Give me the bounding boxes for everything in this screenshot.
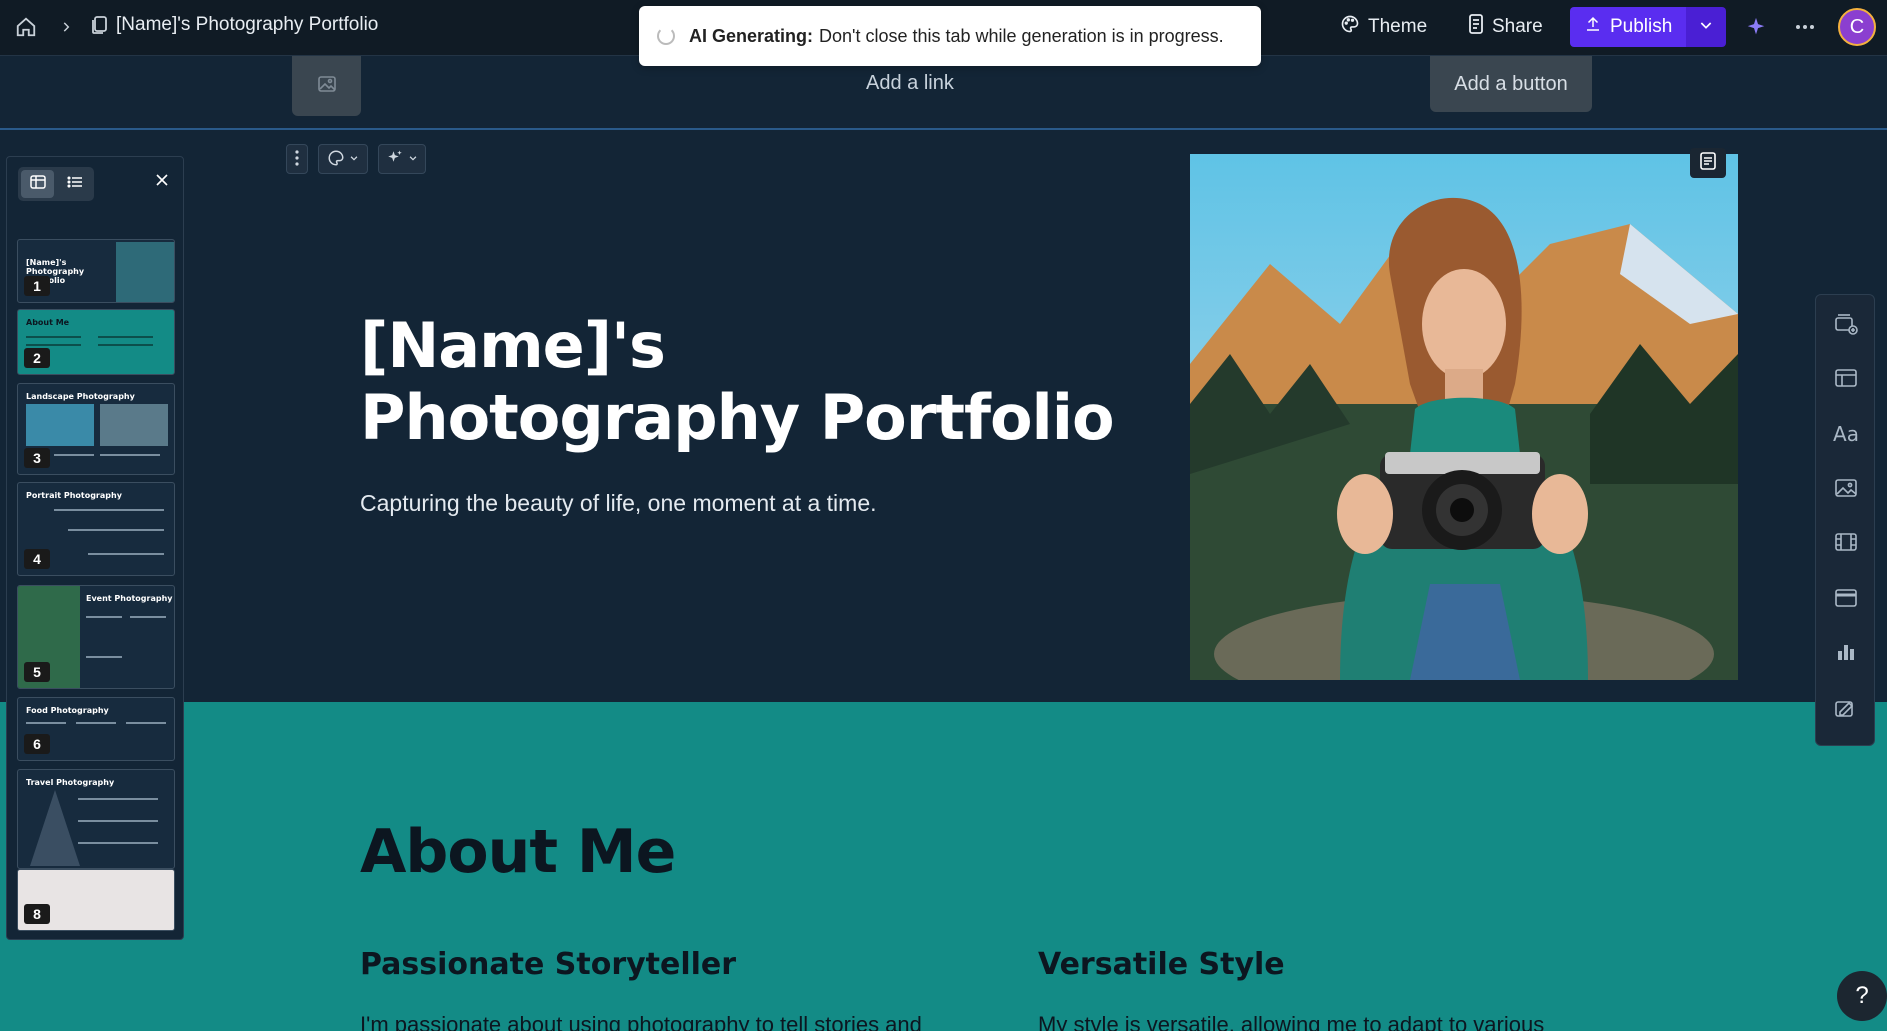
palette-icon — [327, 149, 345, 170]
image-icon — [317, 75, 336, 97]
share-label: Share — [1492, 16, 1543, 37]
slide-thumb-image — [26, 404, 94, 446]
chart-icon[interactable] — [1833, 639, 1859, 665]
slide-thumbnail-7[interactable]: Travel Photography — [17, 769, 175, 869]
slide-number: 8 — [24, 904, 50, 924]
chevron-down-icon — [1698, 17, 1714, 38]
hero-title[interactable]: [Name]'s Photography Portfolio — [360, 310, 1120, 454]
palette-icon — [1340, 14, 1360, 40]
share-icon — [1468, 14, 1484, 40]
slide-panel: [Name]'s Photography Portfolio 1 About M… — [6, 156, 184, 940]
ai-edit-button[interactable] — [378, 144, 426, 174]
text-icon[interactable]: Aa — [1833, 421, 1859, 447]
logo-placeholder[interactable] — [292, 56, 361, 116]
publish-group: Publish — [1570, 7, 1727, 47]
theme-button[interactable]: Theme — [1330, 7, 1437, 47]
slide-thumb-title: Event Photography — [86, 594, 173, 603]
toast-bold-label: AI Generating: — [689, 25, 814, 46]
grid-view-button[interactable] — [21, 170, 54, 198]
help-button[interactable]: ? — [1837, 971, 1887, 1021]
add-link[interactable]: Add a link — [866, 72, 954, 95]
document-icon — [90, 15, 110, 35]
slide-thumb-image — [116, 242, 174, 302]
chevron-down-icon — [349, 152, 359, 166]
list-view-button[interactable] — [58, 170, 91, 198]
publish-label: Publish — [1610, 16, 1673, 37]
slide-thumbnail-2[interactable]: About Me 2 — [17, 309, 175, 375]
slide-thumbnail-8[interactable]: 8 — [17, 869, 175, 931]
slide-thumb-image — [100, 404, 168, 446]
add-button[interactable]: Add a button — [1430, 56, 1592, 112]
close-icon — [156, 173, 168, 191]
ai-sparkle-icon[interactable] — [1742, 13, 1770, 41]
slide-number: 1 — [24, 276, 50, 296]
document-title[interactable]: [Name]'s Photography Portfolio — [116, 14, 378, 36]
slide-thumbnail-1[interactable]: [Name]'s Photography Portfolio 1 — [17, 239, 175, 303]
slide-thumbnail-6[interactable]: Food Photography 6 — [17, 697, 175, 761]
home-icon[interactable] — [12, 13, 40, 41]
chevron-right-icon — [52, 13, 80, 41]
layout-icon[interactable] — [1833, 365, 1859, 391]
publish-button[interactable]: Publish — [1570, 7, 1687, 47]
form-icon[interactable] — [1833, 695, 1859, 721]
sparkle-icon — [386, 149, 404, 170]
slide-thumb-title: Travel Photography — [26, 778, 115, 787]
insert-toolbar: Aa — [1815, 294, 1875, 746]
block-menu-button[interactable] — [286, 144, 308, 174]
close-panel-button[interactable] — [151, 171, 173, 193]
slide-thumbnail-3[interactable]: Landscape Photography 3 — [17, 383, 175, 475]
more-icon[interactable] — [1791, 13, 1819, 41]
avatar[interactable]: C — [1838, 8, 1876, 46]
embed-icon[interactable] — [1833, 585, 1859, 611]
block-toolbar — [286, 144, 426, 174]
speaker-notes-button[interactable] — [1690, 148, 1726, 178]
about-title[interactable]: About Me — [360, 817, 676, 887]
toast-message: Don't close this tab while generation is… — [819, 25, 1224, 46]
notes-icon — [1700, 151, 1716, 175]
slide-thumb-diagram — [30, 790, 80, 866]
view-toggle — [18, 167, 94, 201]
vertical-dots-icon — [295, 149, 299, 169]
slide-number: 4 — [24, 549, 50, 569]
list-icon — [66, 175, 83, 194]
spinner-icon — [657, 27, 675, 45]
publish-dropdown-button[interactable] — [1686, 7, 1727, 47]
ai-generating-toast: AI Generating: Don't close this tab whil… — [639, 6, 1261, 66]
slide-thumb-title: About Me — [26, 318, 70, 327]
hero-card: [Name]'s Photography Portfolio Capturing… — [0, 130, 1887, 702]
hero-photo[interactable] — [1190, 154, 1738, 680]
card-header: Add a link Add a button — [0, 56, 1887, 130]
slide-thumbnail-4[interactable]: Portrait Photography 4 — [17, 482, 175, 576]
slide-thumbnail-5[interactable]: Event Photography 5 — [17, 585, 175, 689]
share-button[interactable]: Share — [1458, 7, 1553, 47]
slide-number: 5 — [24, 662, 50, 682]
hero-subtitle[interactable]: Capturing the beauty of life, one moment… — [360, 490, 877, 517]
upload-icon — [1584, 15, 1602, 39]
slide-number: 6 — [24, 734, 50, 754]
about-col1-heading[interactable]: Passionate Storyteller — [360, 947, 736, 982]
card-style-button[interactable] — [318, 144, 368, 174]
chevron-down-icon — [408, 152, 418, 166]
image-icon[interactable] — [1833, 475, 1859, 501]
slide-thumb-title: Portrait Photography — [26, 491, 122, 500]
slide-thumb-title: Landscape Photography — [26, 392, 135, 401]
about-col2-heading[interactable]: Versatile Style — [1038, 947, 1285, 982]
slide-number: 3 — [24, 448, 50, 468]
slide-number: 2 — [24, 348, 50, 368]
video-icon[interactable] — [1833, 529, 1859, 555]
grid-icon — [29, 174, 46, 194]
about-card: About Me Passionate Storyteller I'm pass… — [0, 702, 1887, 1031]
add-card-icon[interactable] — [1833, 311, 1859, 337]
slide-thumb-title: Food Photography — [26, 706, 109, 715]
about-col1-text[interactable]: I'm passionate about using photography t… — [360, 1012, 922, 1031]
theme-label: Theme — [1368, 16, 1428, 37]
about-col2-text[interactable]: My style is versatile, allowing me to ad… — [1038, 1012, 1544, 1031]
